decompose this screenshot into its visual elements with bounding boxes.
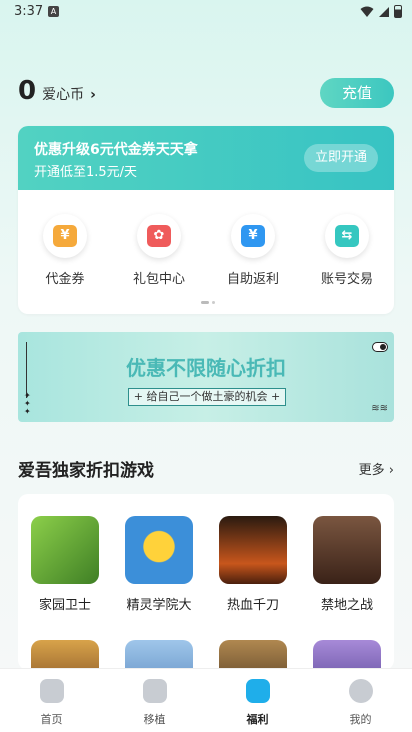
- indicator-dot: [212, 301, 215, 304]
- game-icon: [313, 516, 381, 584]
- bottom-tab-bar: 首页 移植 福利 我的: [0, 668, 412, 732]
- tab-home[interactable]: 首页: [0, 669, 103, 732]
- promo-header[interactable]: 优惠升级6元代金券天天拿 开通低至1.5元/天 立即开通: [18, 126, 394, 190]
- promo-title: 优惠升级6元代金券天天拿: [34, 142, 198, 158]
- section-title: 爱吾独家折扣游戏: [18, 461, 154, 481]
- tab-label: 我的: [349, 713, 372, 726]
- banner-title: 优惠不限随心折扣: [126, 356, 286, 380]
- chevron-right-icon: ›: [90, 87, 96, 103]
- wave-icon: ≋≋: [371, 403, 388, 414]
- voucher-icon: ¥: [53, 225, 77, 247]
- service-label: 代金券: [45, 272, 85, 287]
- status-time: 3:37: [14, 4, 44, 19]
- service-label: 礼包中心: [132, 272, 185, 287]
- wifi-icon: [360, 6, 374, 17]
- toggle-icon: [372, 342, 388, 352]
- tab-label: 首页: [40, 713, 63, 726]
- game-item[interactable]: [206, 640, 300, 670]
- battery-icon: [394, 5, 402, 18]
- game-icon: [31, 516, 99, 584]
- game-item[interactable]: 家园卫士: [18, 516, 112, 613]
- banner-sparkles: ✦ ✦ ✦: [24, 391, 31, 416]
- coin-count: 0: [18, 76, 37, 106]
- rebate-icon: ¥: [241, 225, 265, 247]
- game-icon: [219, 516, 287, 584]
- game-icon: [313, 640, 381, 670]
- game-item[interactable]: 热血千刀: [206, 516, 300, 613]
- tab-label: 福利: [246, 713, 269, 726]
- gamepad-icon: [142, 679, 167, 703]
- game-item[interactable]: [300, 640, 394, 670]
- game-icon: [125, 516, 193, 584]
- game-item[interactable]: 禁地之战: [300, 516, 394, 613]
- exclusive-games-header: 爱吾独家折扣游戏 更多 ›: [18, 456, 394, 481]
- coin-balance[interactable]: 0 爱心币 ›: [18, 76, 96, 106]
- open-now-button[interactable]: 立即开通: [304, 144, 378, 172]
- service-rebate[interactable]: ¥ 自助返利: [206, 214, 300, 287]
- discount-banner[interactable]: ✦ ✦ ✦ 优惠不限随心折扣 + 给自己一个做土豪的机会 + ≋≋: [18, 332, 394, 422]
- service-label: 自助返利: [226, 272, 279, 287]
- game-icon: [219, 640, 287, 670]
- game-item[interactable]: 精灵学院大: [112, 516, 206, 613]
- promo-subtitle: 开通低至1.5元/天: [34, 165, 138, 180]
- tab-port[interactable]: 移植: [103, 669, 206, 732]
- service-account-trade[interactable]: ⇆ 账号交易: [300, 214, 394, 287]
- profile-icon: [348, 679, 373, 703]
- game-item[interactable]: [18, 640, 112, 670]
- tab-label: 移植: [143, 713, 166, 726]
- tab-mine[interactable]: 我的: [309, 669, 412, 732]
- status-icons: [360, 5, 402, 18]
- service-grid: ¥ 代金券 ✿ 礼包中心 ¥ 自助返利 ⇆ 账号交易: [18, 214, 394, 287]
- banner-subtitle: + 给自己一个做土豪的机会 +: [128, 388, 286, 406]
- notification-icon: A: [48, 6, 59, 17]
- gift-icon: ✿: [147, 225, 171, 247]
- service-voucher[interactable]: ¥ 代金券: [18, 214, 112, 287]
- trade-icon: ⇆: [335, 225, 359, 247]
- game-item[interactable]: [112, 640, 206, 670]
- status-bar: 3:37 A: [0, 0, 412, 24]
- page-indicator: [201, 301, 215, 304]
- game-name: 家园卫士: [38, 598, 91, 613]
- game-name: 精灵学院大: [126, 598, 192, 613]
- home-icon: [39, 679, 64, 703]
- service-gift-center[interactable]: ✿ 礼包中心: [112, 214, 206, 287]
- service-label: 账号交易: [320, 272, 373, 287]
- game-name: 热血千刀: [226, 598, 279, 613]
- games-grid: 家园卫士 精灵学院大 热血千刀 禁地之战: [18, 494, 394, 670]
- vip-promo-card: 优惠升级6元代金券天天拿 开通低至1.5元/天 立即开通 ¥ 代金券 ✿ 礼包中…: [18, 126, 394, 314]
- game-icon: [31, 640, 99, 670]
- recharge-button[interactable]: 充值: [320, 78, 394, 108]
- games-row: 家园卫士 精灵学院大 热血千刀 禁地之战: [18, 516, 394, 613]
- indicator-dot-active: [201, 301, 209, 304]
- coin-label: 爱心币: [42, 87, 85, 103]
- game-name: 禁地之战: [320, 598, 373, 613]
- welfare-icon: [245, 679, 270, 703]
- game-icon: [125, 640, 193, 670]
- games-row: [18, 640, 394, 670]
- signal-icon: [379, 6, 389, 17]
- tab-welfare[interactable]: 福利: [206, 669, 309, 732]
- more-link[interactable]: 更多 ›: [359, 459, 394, 478]
